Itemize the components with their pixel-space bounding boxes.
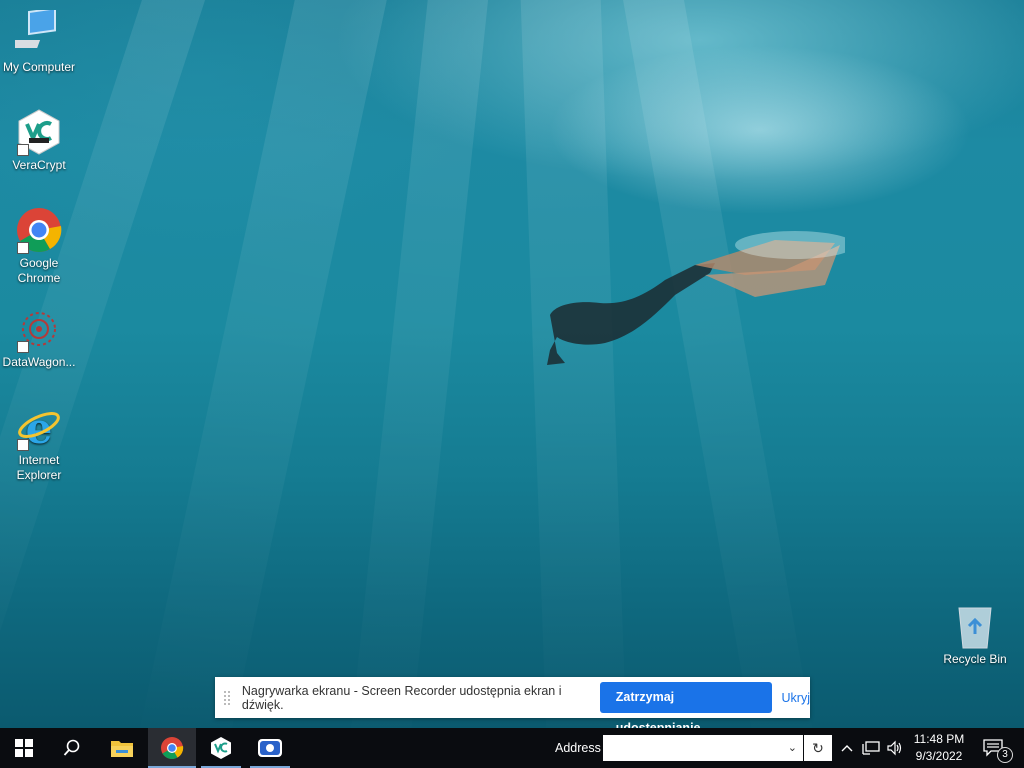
share-message: Nagrywarka ekranu - Screen Recorder udos… (241, 683, 562, 712)
network-tray-button[interactable] (860, 728, 882, 768)
desktop-icon-veracrypt[interactable]: VeraCrypt (0, 108, 78, 173)
desktop-icon-google-chrome[interactable]: Google Chrome (0, 206, 78, 286)
diver-silhouette (547, 231, 845, 365)
desktop-icon-label: Recycle Bin (943, 652, 1007, 666)
desktop-icon-datawagon[interactable]: DataWagon... (0, 305, 78, 370)
show-hidden-icons-button[interactable] (838, 728, 856, 768)
datawagon-icon (15, 305, 63, 353)
system-clock[interactable]: 11:48 PM 9/3/2022 (908, 731, 970, 765)
drag-handle-icon[interactable] (224, 690, 230, 705)
screen-recorder-icon (258, 739, 282, 757)
volume-icon (887, 740, 902, 756)
address-go-button[interactable]: ↻ (804, 735, 832, 761)
notification-count-badge: 3 (997, 747, 1013, 763)
chevron-down-icon[interactable]: ⌄ (788, 741, 797, 754)
chevron-up-icon (841, 745, 853, 752)
clock-date: 9/3/2022 (915, 749, 963, 763)
shortcut-arrow-icon (17, 144, 29, 156)
search-icon (63, 739, 80, 756)
shortcut-arrow-icon (17, 341, 29, 353)
veracrypt-icon (211, 737, 231, 759)
recycle-bin-icon (951, 602, 999, 650)
action-center-button[interactable]: 3 (978, 728, 1024, 768)
desktop-icon-label: My Computer (2, 60, 76, 74)
stop-sharing-button[interactable]: Zatrzymaj udostępnianie (599, 682, 772, 728)
taskbar-screen-recorder[interactable] (246, 728, 294, 768)
light-ray (134, 0, 390, 728)
desktop-icon-recycle-bin[interactable]: Recycle Bin (936, 602, 1014, 667)
start-button[interactable] (0, 728, 48, 768)
internet-explorer-icon: e (15, 403, 63, 453)
veracrypt-icon (15, 108, 63, 156)
address-toolbar-label: Address (555, 741, 601, 755)
hide-button[interactable]: Ukryj (782, 691, 810, 705)
desktop-background: My Computer VeraCrypt Google Chrome Data… (0, 0, 1024, 728)
clock-time: 11:48 PM (913, 732, 965, 746)
light-ray (346, 0, 490, 728)
taskbar: Address ⌄ ↻ 11:48 PM 9/3/2022 3 (0, 728, 1024, 768)
address-input[interactable]: ⌄ (603, 735, 803, 761)
screen-share-notification: Nagrywarka ekranu - Screen Recorder udos… (215, 677, 810, 728)
search-button[interactable] (48, 728, 96, 768)
desktop-icon-internet-explorer[interactable]: e Internet Explorer (0, 403, 78, 483)
windows-start-icon (15, 739, 33, 757)
computer-icon (11, 7, 63, 58)
refresh-icon: ↻ (812, 740, 824, 756)
desktop-icon-label: VeraCrypt (12, 158, 66, 172)
shortcut-arrow-icon (17, 439, 29, 451)
taskbar-veracrypt[interactable] (197, 728, 245, 768)
desktop-icon-label: Internet Explorer (16, 453, 62, 482)
volume-tray-button[interactable] (884, 728, 906, 768)
taskbar-file-explorer[interactable] (98, 728, 146, 768)
chrome-icon (161, 737, 184, 759)
network-icon (862, 741, 880, 755)
desktop-icon-label: Google Chrome (17, 256, 61, 285)
desktop-icon-label: DataWagon... (2, 355, 76, 369)
chrome-icon (15, 206, 63, 254)
taskbar-google-chrome[interactable] (148, 728, 196, 768)
desktop-icon-my-computer[interactable]: My Computer (0, 7, 78, 75)
folder-icon (111, 741, 133, 757)
shortcut-arrow-icon (17, 242, 29, 254)
